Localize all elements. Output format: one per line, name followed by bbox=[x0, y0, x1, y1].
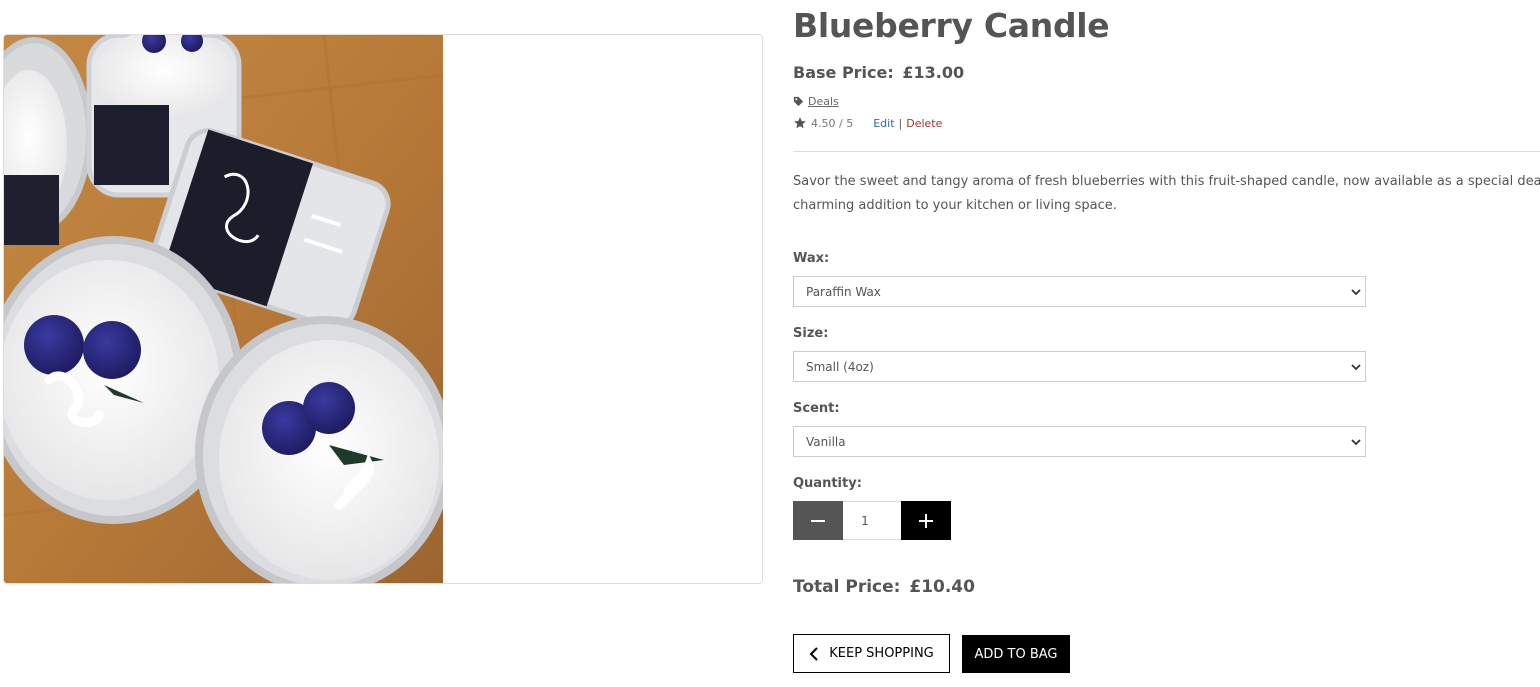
size-select[interactable]: Small (4oz) bbox=[793, 351, 1366, 382]
product-details: Blueberry Candle Base Price: £13.00 Deal… bbox=[793, 0, 1540, 687]
chevron-down-icon bbox=[1351, 289, 1361, 296]
add-to-bag-button[interactable]: ADD TO BAG bbox=[962, 635, 1070, 673]
scent-label: Scent: bbox=[793, 401, 840, 416]
wax-label: Wax: bbox=[793, 251, 830, 266]
chevron-down-icon bbox=[1351, 364, 1361, 371]
edit-link[interactable]: Edit bbox=[873, 117, 894, 130]
wax-selected-value: Paraffin Wax bbox=[806, 284, 881, 299]
rating-row: 4.50 / 5 Edit | Delete bbox=[793, 116, 942, 130]
product-description: Savor the sweet and tangy aroma of fresh… bbox=[793, 170, 1540, 218]
minus-icon bbox=[811, 519, 825, 522]
quantity-label: Quantity: bbox=[793, 476, 862, 491]
keep-shopping-label: KEEP SHOPPING bbox=[829, 646, 934, 661]
base-price: Base Price: £13.00 bbox=[793, 63, 964, 82]
base-price-value: £13.00 bbox=[902, 63, 965, 82]
product-image bbox=[4, 35, 443, 583]
chevron-left-icon bbox=[809, 646, 818, 661]
total-price: Total Price: £10.40 bbox=[793, 577, 975, 597]
increment-button[interactable] bbox=[901, 501, 951, 540]
divider bbox=[793, 151, 1540, 152]
tag-icon bbox=[793, 96, 804, 107]
description-line-2: charming addition to your kitchen or liv… bbox=[793, 198, 1117, 213]
link-separator: | bbox=[898, 116, 903, 130]
base-price-label: Base Price: bbox=[793, 63, 894, 82]
quantity-input[interactable]: 1 bbox=[843, 501, 901, 540]
size-selected-value: Small (4oz) bbox=[806, 359, 874, 374]
add-to-bag-label: ADD TO BAG bbox=[974, 646, 1058, 662]
star-icon bbox=[794, 117, 806, 129]
size-label: Size: bbox=[793, 326, 829, 341]
category-link-deals[interactable]: Deals bbox=[808, 95, 839, 108]
scent-selected-value: Vanilla bbox=[806, 434, 846, 449]
product-title: Blueberry Candle bbox=[793, 6, 1110, 45]
plus-icon bbox=[919, 513, 933, 528]
quantity-stepper: 1 bbox=[793, 501, 951, 540]
product-category: Deals bbox=[793, 95, 839, 108]
description-line-1: Savor the sweet and tangy aroma of fresh… bbox=[793, 174, 1540, 189]
product-image-card bbox=[3, 34, 763, 584]
total-price-label: Total Price: bbox=[793, 577, 901, 597]
total-price-value: £10.40 bbox=[909, 577, 975, 597]
decrement-button[interactable] bbox=[793, 501, 843, 540]
chevron-down-icon bbox=[1351, 439, 1361, 446]
scent-select[interactable]: Vanilla bbox=[793, 426, 1366, 457]
wax-select[interactable]: Paraffin Wax bbox=[793, 276, 1366, 307]
rating-value: 4.50 / 5 bbox=[811, 116, 854, 130]
delete-link[interactable]: Delete bbox=[906, 117, 942, 130]
keep-shopping-button[interactable]: KEEP SHOPPING bbox=[793, 634, 950, 673]
